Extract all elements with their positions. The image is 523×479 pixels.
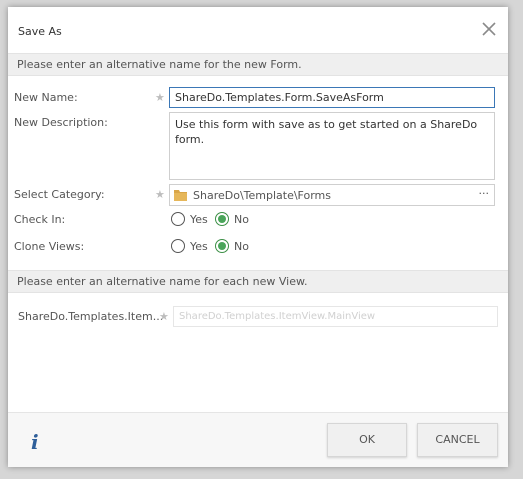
info-icon[interactable]: i bbox=[31, 430, 39, 454]
category-picker[interactable]: ShareDo\Template\Forms ··· bbox=[169, 184, 495, 206]
check-in-label: Check In: bbox=[14, 213, 66, 226]
view-name-label: ShareDo.Templates.Item... bbox=[18, 310, 164, 323]
required-star-icon: ★ bbox=[155, 188, 165, 201]
required-star-icon: ★ bbox=[159, 310, 169, 323]
radio-circle-selected bbox=[215, 212, 229, 226]
radio-label: Yes bbox=[190, 240, 208, 253]
dialog-title: Save As bbox=[18, 25, 62, 38]
folder-icon bbox=[173, 188, 188, 202]
radio-label: No bbox=[234, 240, 249, 253]
new-description-textarea[interactable]: Use this form with save as to get starte… bbox=[169, 112, 495, 180]
browse-category-button[interactable]: ··· bbox=[479, 187, 490, 200]
save-as-dialog: Save As Please enter an alternative name… bbox=[8, 7, 508, 467]
view-name-input[interactable]: ShareDo.Templates.ItemView.MainView bbox=[173, 306, 498, 327]
new-description-label: New Description: bbox=[14, 116, 108, 129]
radio-label: No bbox=[234, 213, 249, 226]
select-category-label: Select Category: bbox=[14, 188, 105, 201]
required-star-icon: ★ bbox=[155, 91, 165, 104]
clone-views-label: Clone Views: bbox=[14, 240, 85, 253]
close-icon[interactable] bbox=[480, 20, 498, 38]
cancel-button[interactable]: CANCEL bbox=[417, 423, 498, 457]
dialog-footer: i OK CANCEL bbox=[8, 412, 508, 467]
radio-circle-selected bbox=[215, 239, 229, 253]
form-section-heading: Please enter an alternative name for the… bbox=[8, 53, 508, 76]
new-name-label: New Name: bbox=[14, 91, 78, 104]
radio-label: Yes bbox=[190, 213, 208, 226]
radio-circle bbox=[171, 239, 185, 253]
radio-circle bbox=[171, 212, 185, 226]
ok-button[interactable]: OK bbox=[327, 423, 407, 457]
views-section-heading: Please enter an alternative name for eac… bbox=[8, 270, 508, 293]
category-value: ShareDo\Template\Forms bbox=[193, 189, 331, 202]
new-name-input[interactable] bbox=[169, 87, 495, 108]
